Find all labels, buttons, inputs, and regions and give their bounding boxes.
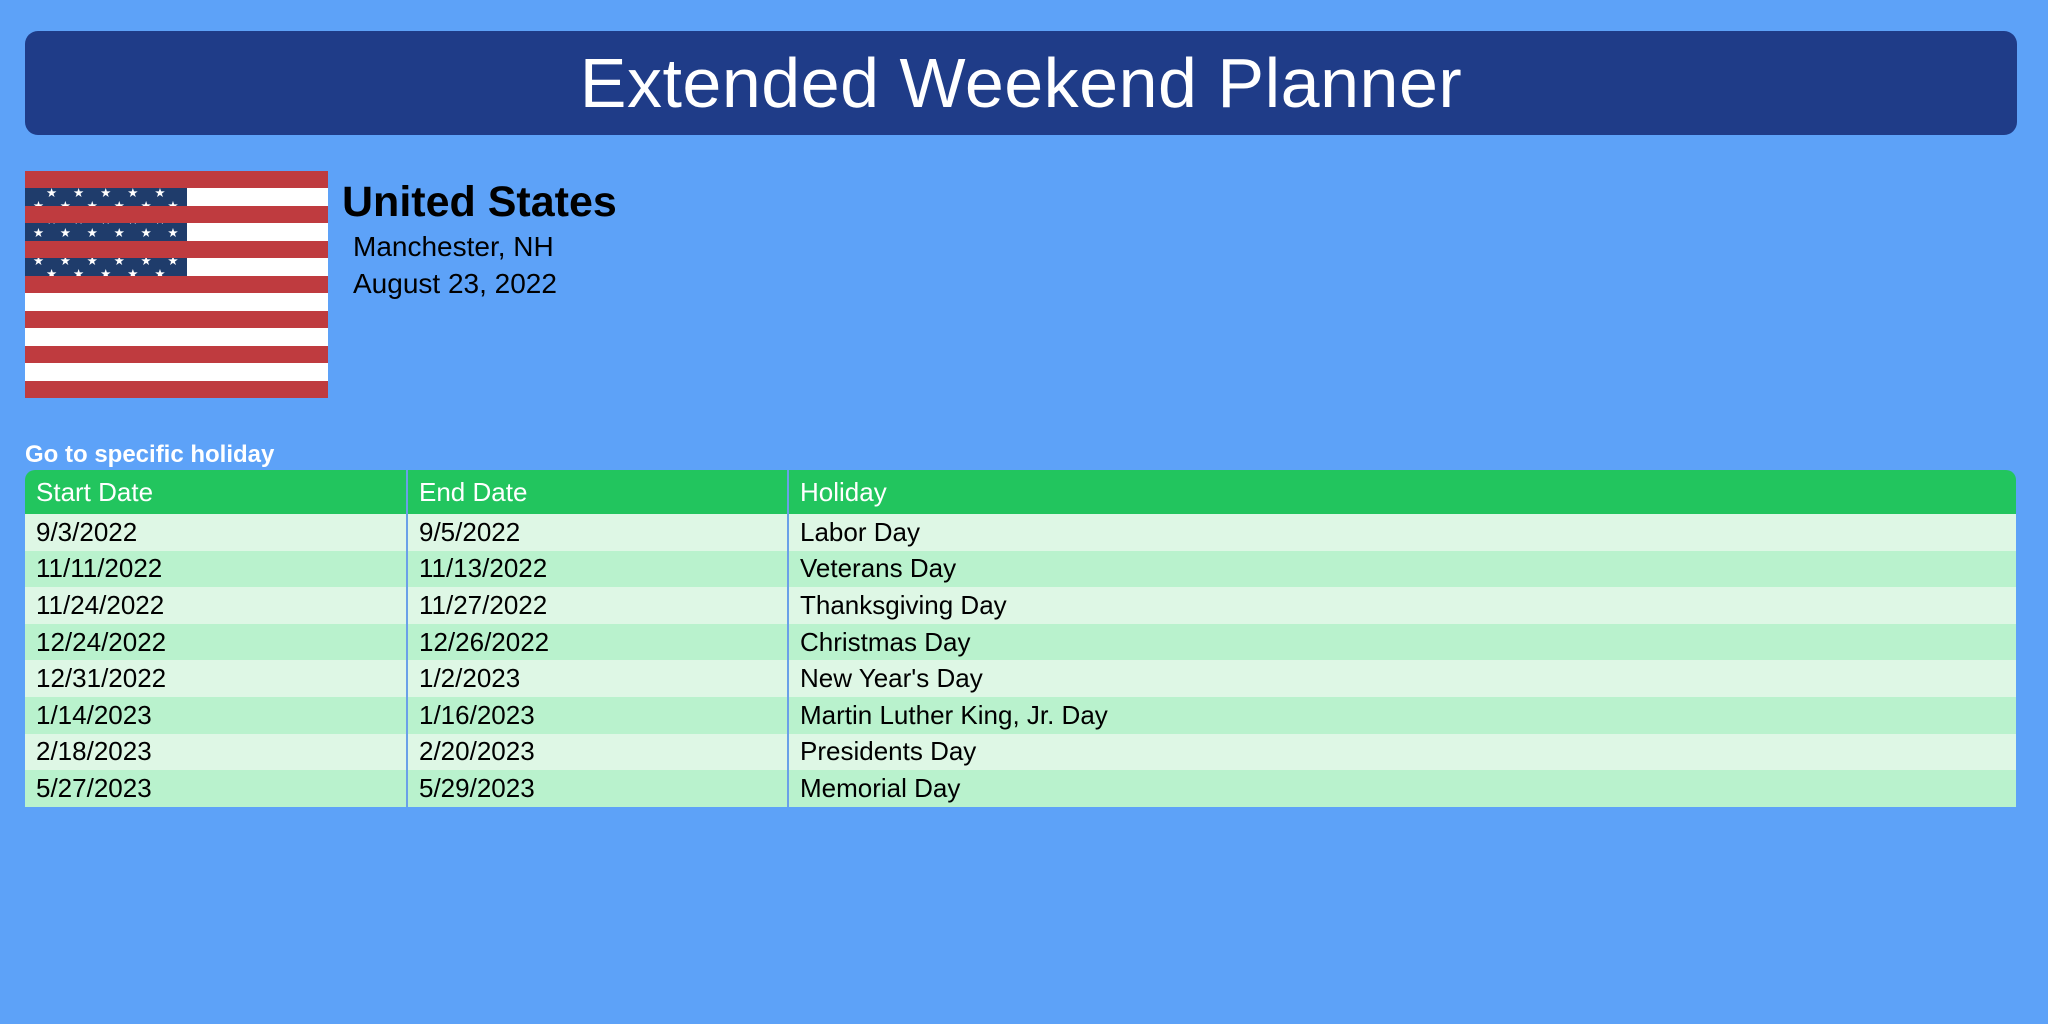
- flag-star-icon: ★: [45, 185, 58, 200]
- table-cell-holiday: Veterans Day: [787, 550, 2016, 588]
- table-cell-start-date: 11/24/2022: [36, 589, 165, 620]
- holiday-table: Start Date End Date Holiday 9/3/2022 9/5/20…: [25, 470, 2016, 807]
- table-row[interactable]: 11/24/2022 11/27/2022 Thanksgiving Day: [25, 587, 2016, 624]
- table-cell-end-date: 1/16/2023: [406, 696, 787, 734]
- table-cell-holiday: Thanksgiving Day: [787, 587, 2016, 624]
- flag-star-icon: ★: [154, 185, 166, 200]
- country-name: United States: [342, 178, 617, 226]
- table-cell-end-date: 9/5/2022: [406, 514, 787, 551]
- country-date: August 23, 2022: [353, 268, 557, 299]
- table-row[interactable]: 5/27/2023 5/29/2023 Memorial Day: [25, 770, 2016, 807]
- table-cell-start-date: 2/18/2023: [36, 736, 152, 767]
- table-row[interactable]: 11/11/2022 11/13/2022 Veterans Day: [25, 550, 2016, 588]
- flag-star-icon: ★: [32, 226, 45, 241]
- table-row[interactable]: 1/14/2023 1/16/2023 Martin Luther King, Jr…: [25, 696, 2016, 734]
- table-row[interactable]: 12/31/2022 1/2/2023 New Year's Day: [25, 660, 2016, 697]
- table-cell-end-date: 12/26/2022: [406, 623, 787, 661]
- table-cell-start-date: 12/24/2022: [36, 626, 167, 657]
- table-body: 9/3/2022 9/5/2022 Labor Day 11/11/2022 11/13…: [25, 514, 2016, 807]
- app-header-bar: Extended Weekend Planner: [25, 31, 2017, 135]
- flag-stripe: [25, 345, 328, 364]
- flag-stripe: [25, 380, 328, 398]
- flag-star-icon: ★: [113, 226, 125, 241]
- table-cell-end-date: 11/27/2022: [406, 587, 787, 624]
- table-cell-start-date: 1/14/2023: [36, 699, 152, 730]
- page-title: Extended Weekend Planner: [579, 44, 1463, 122]
- flag-star-icon: ★: [73, 185, 85, 200]
- flag-stripe: [25, 240, 328, 259]
- table-cell-holiday: Memorial Day: [787, 770, 2016, 807]
- table-cell-end-date: 2/20/2023: [406, 733, 787, 771]
- us-flag-icon: ★★★★★★★★★★★★★★★★★★★★★★★★★★★★★★★★★★★★★★★★…: [25, 171, 328, 398]
- table-column-header-start-date[interactable]: Start Date: [25, 470, 406, 514]
- flag-star-icon: ★: [127, 185, 139, 200]
- table-cell-holiday: Christmas Day: [787, 623, 2016, 661]
- flag-star-icon: ★: [59, 226, 71, 241]
- table-cell-end-date: 1/2/2023: [406, 660, 787, 697]
- table-header-row: Start Date End Date Holiday: [25, 470, 2016, 514]
- table-cell-start-date: 12/31/2022: [36, 663, 167, 694]
- flag-stripe: [25, 171, 328, 189]
- app-page: Extended Weekend Planner ★ ★ ★ ★ ★ ★ ★ ★ ★ ★ ★ ★ ★ ★ ★…: [0, 0, 2048, 1024]
- table-cell-start-date: 9/3/2022: [36, 516, 138, 547]
- flag-star-row: ★ ★ ★ ★ ★ ★: [25, 227, 187, 240]
- country-city: Manchester, NH: [353, 231, 554, 262]
- table-cell-start-date: 5/27/2023: [36, 772, 152, 803]
- flag-star-icon: ★: [100, 185, 112, 200]
- flag-stripe: [25, 275, 328, 294]
- go-to-specific-holiday-label[interactable]: Go to specific holiday: [25, 441, 274, 469]
- flag-stripe: [25, 310, 328, 329]
- table-row[interactable]: 9/3/2022 9/5/2022 Labor Day: [25, 514, 2016, 551]
- table-row[interactable]: 12/24/2022 12/26/2022 Christmas Day: [25, 623, 2016, 661]
- table-cell-holiday: New Year's Day: [787, 660, 2016, 697]
- flag-star-icon: ★: [86, 226, 98, 241]
- table-row[interactable]: 2/18/2023 2/20/2023 Presidents Day: [25, 733, 2016, 771]
- flag-star-icon: ★: [140, 226, 152, 241]
- table-cell-holiday: Presidents Day: [787, 733, 2016, 771]
- flag-stripe: [25, 205, 328, 224]
- flag-star-icon: ★: [167, 226, 179, 241]
- table-cell-end-date: 11/13/2022: [406, 550, 787, 588]
- table-column-header-end-date[interactable]: End Date: [406, 470, 787, 514]
- table-cell-end-date: 5/29/2023: [406, 770, 787, 807]
- table-column-header-holiday[interactable]: Holiday: [787, 470, 2016, 514]
- flag-star-row: ★ ★ ★ ★ ★: [25, 187, 187, 200]
- table-cell-holiday: Martin Luther King, Jr. Day: [787, 696, 2016, 734]
- table-cell-holiday: Labor Day: [787, 514, 2016, 551]
- table-cell-start-date: 11/11/2022: [36, 553, 163, 584]
